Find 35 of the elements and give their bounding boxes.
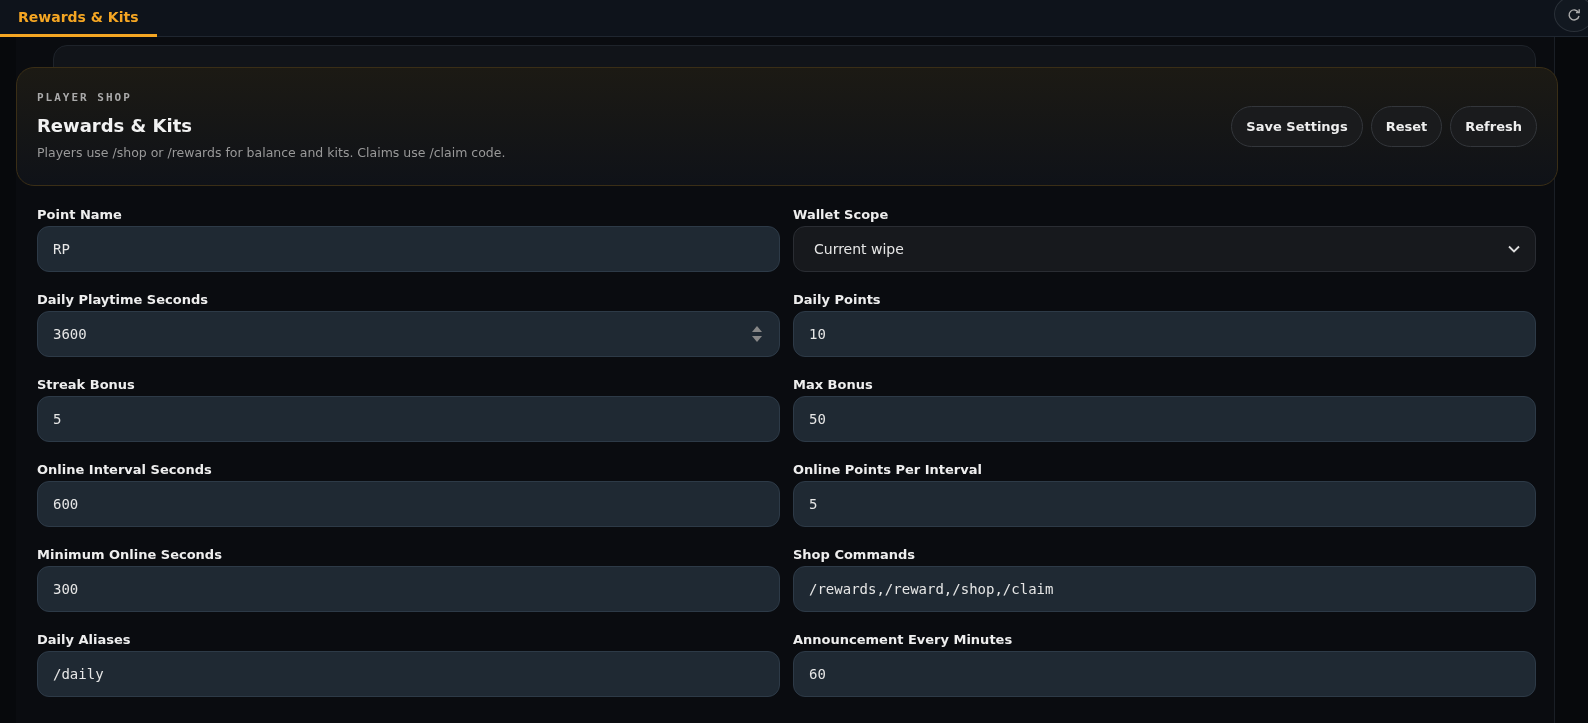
refresh-icon (1566, 6, 1582, 23)
field-label: Daily Playtime Seconds (37, 291, 209, 309)
input-field[interactable]: 600 (37, 481, 780, 527)
field-label: Wallet Scope (793, 206, 890, 224)
section-title: Rewards & Kits (37, 114, 193, 139)
input-field[interactable]: RP (37, 226, 780, 272)
field-label: Streak Bonus (37, 376, 136, 394)
field-label: Point Name (37, 206, 123, 224)
input-field[interactable]: /rewards,/reward,/shop,/claim (793, 566, 1536, 612)
field-label: Daily Aliases (37, 631, 132, 649)
tab[interactable]: Rewards & Kits (0, 0, 157, 37)
input-field[interactable]: /daily (37, 651, 780, 697)
field-label: Minimum Online Seconds (37, 546, 223, 564)
input-field[interactable]: 50 (793, 396, 1536, 442)
field-label: Shop Commands (793, 546, 916, 564)
section-description: Players use /shop or /rewards for balance and kits. Claims use /claim code. (37, 144, 506, 163)
input-field[interactable]: 5 (37, 396, 780, 442)
chevron-down-icon (1508, 245, 1520, 253)
field-label: Online Points Per Interval (793, 461, 983, 479)
spinner-icon[interactable] (750, 324, 764, 344)
header-button[interactable]: Refresh (1450, 105, 1537, 148)
input-field[interactable]: 5 (793, 481, 1536, 527)
field-label: Announcement Every Minutes (793, 631, 1014, 649)
field-label: Max Bonus (793, 376, 874, 394)
number-field[interactable]: 3600 (37, 311, 780, 357)
refresh-icon-button[interactable] (1554, 0, 1588, 32)
input-field[interactable]: 300 (37, 566, 780, 612)
select-field[interactable]: Current wipe (793, 226, 1536, 272)
input-field[interactable]: 10 (793, 311, 1536, 357)
field-label: Online Interval Seconds (37, 461, 213, 479)
field-label: Daily Points (793, 291, 882, 309)
section-eyebrow: PLAYER SHOP (37, 89, 133, 106)
header-button[interactable]: Save Settings (1231, 105, 1363, 148)
input-field[interactable]: 60 (793, 651, 1536, 697)
header-button[interactable]: Reset (1370, 105, 1443, 148)
